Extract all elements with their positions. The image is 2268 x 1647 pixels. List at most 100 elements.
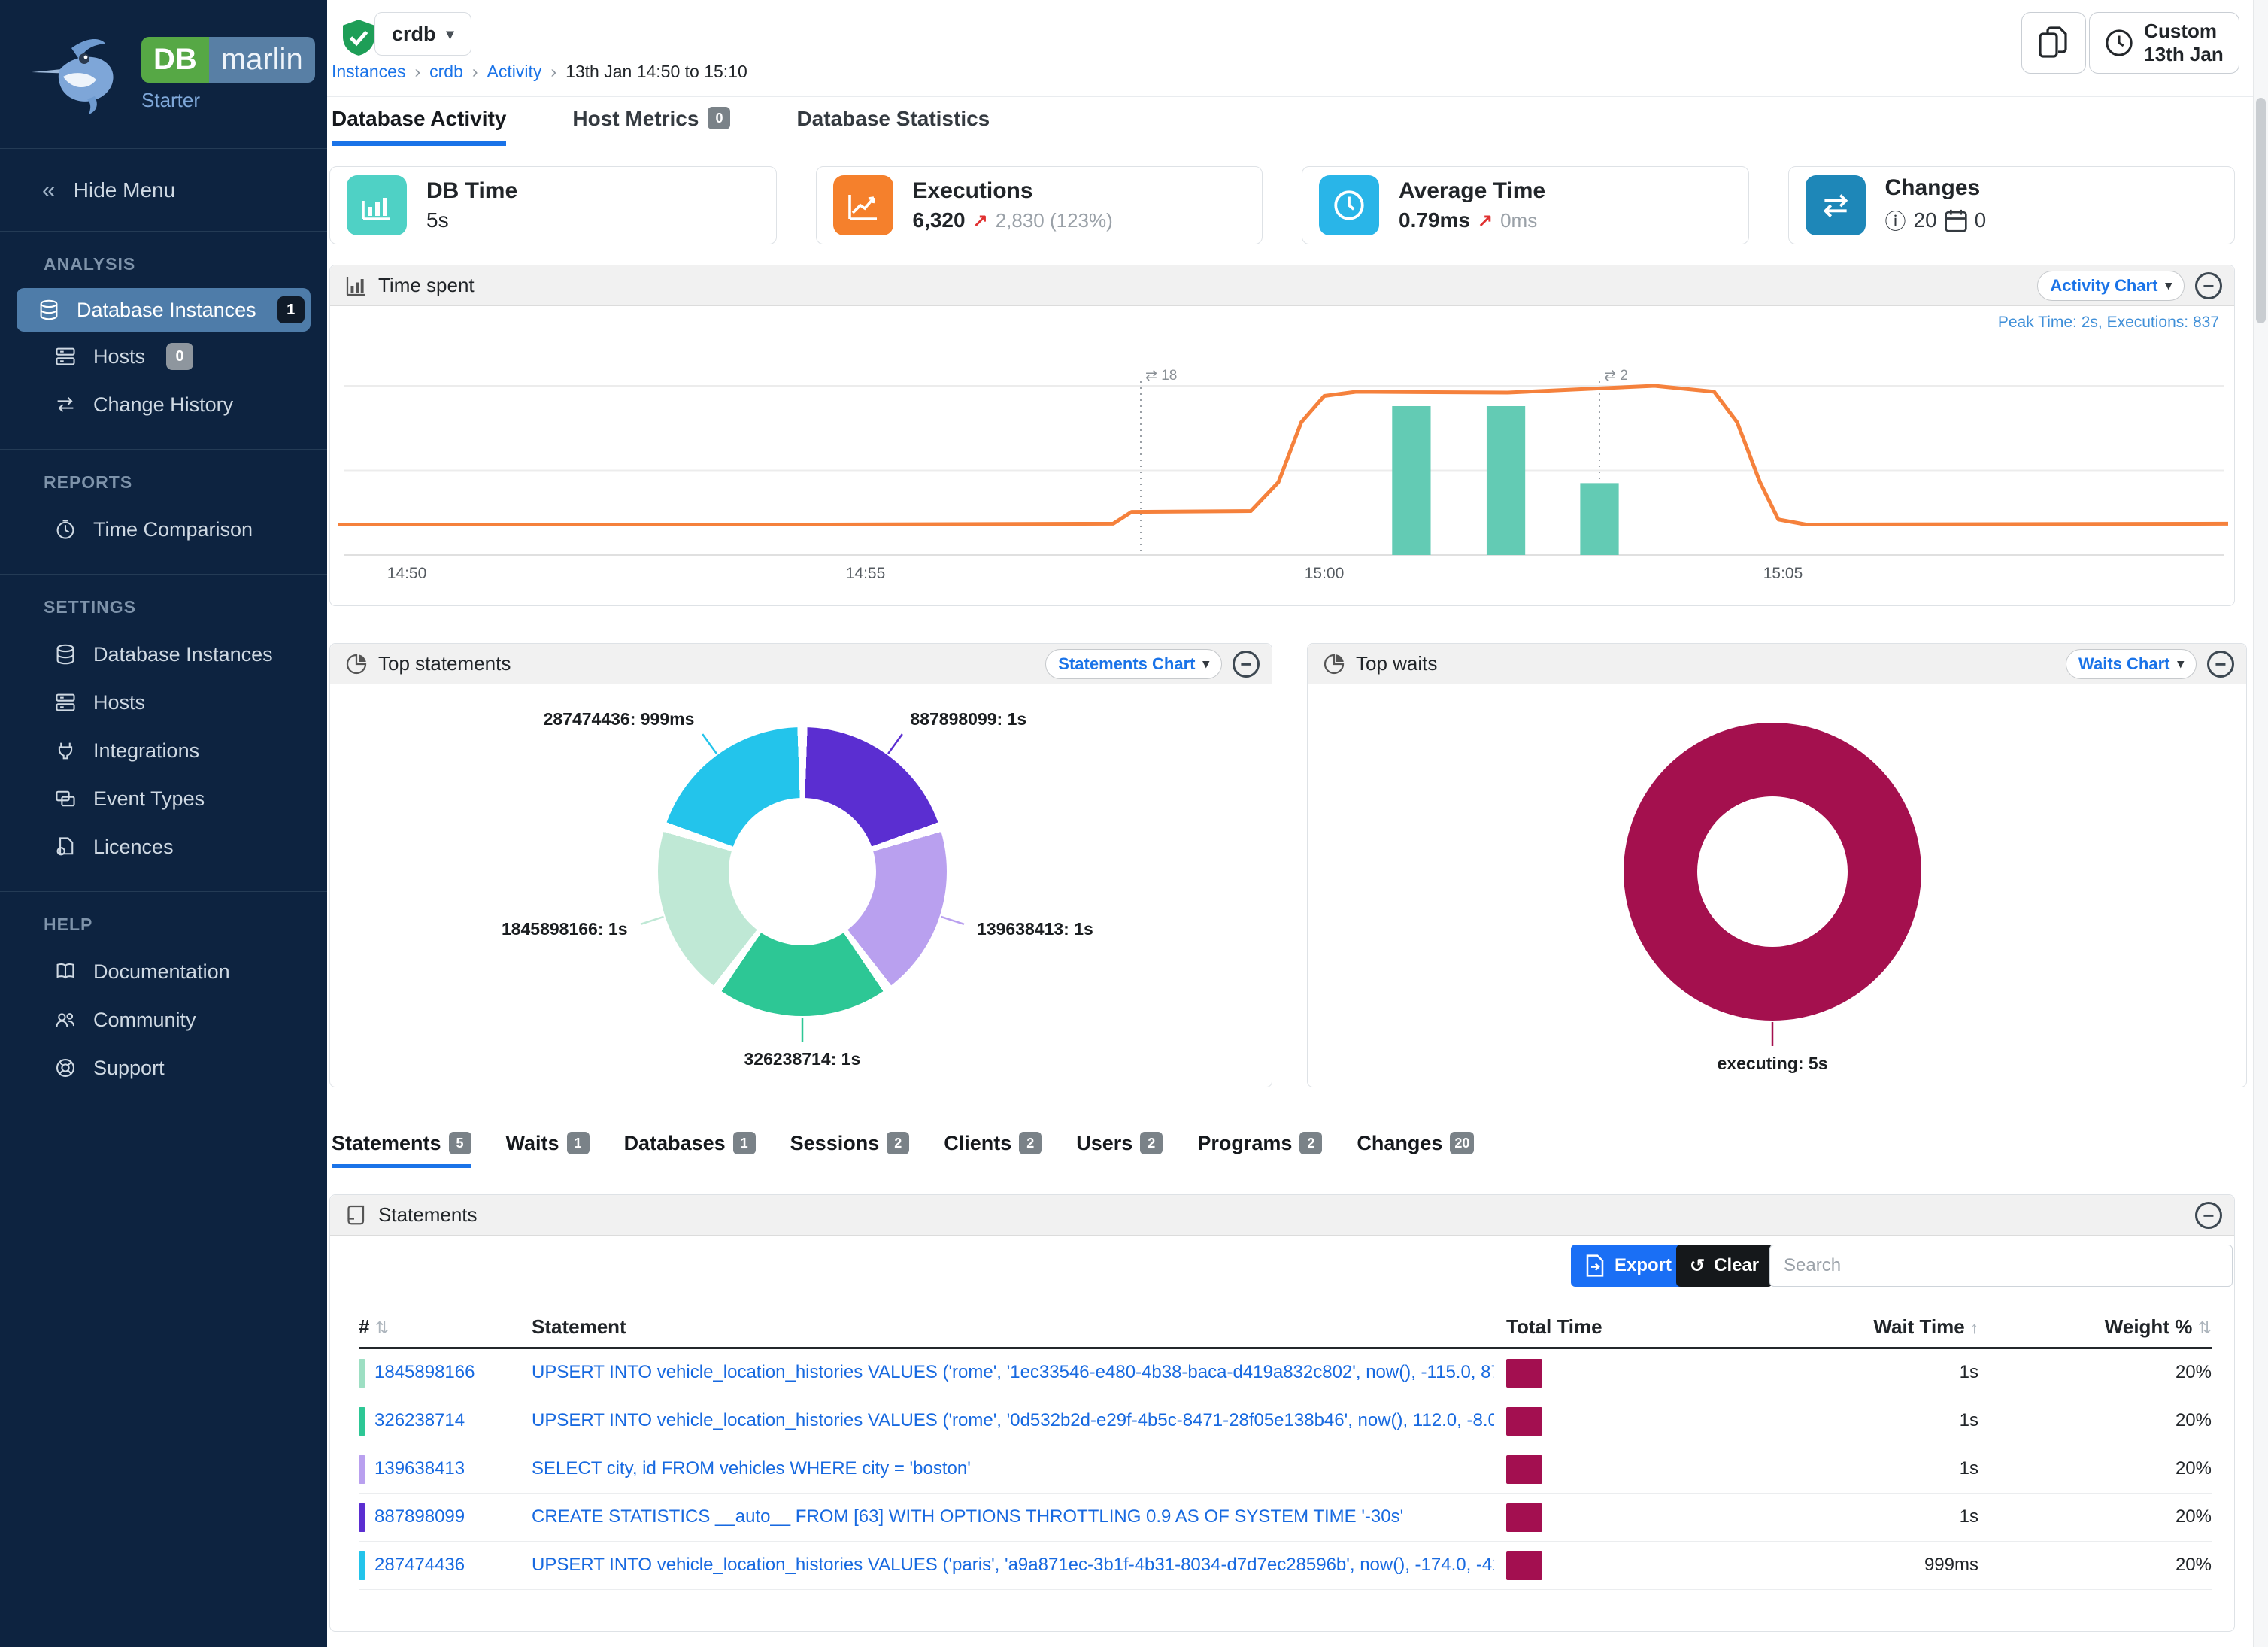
panel-title: Statements [378,1203,478,1227]
sidebar-item-database-instances[interactable]: Database Instances1 [17,288,311,332]
activity-chart-dropdown[interactable]: Activity Chart ▾ [2037,271,2185,301]
scroll-icon [345,1204,368,1227]
statement-text-link[interactable]: UPSERT INTO vehicle_location_histories V… [532,1362,1494,1383]
count-badge: 2 [887,1132,909,1154]
waits-chart-dropdown[interactable]: Waits Chart ▾ [2066,649,2197,679]
waits-donut-chart[interactable]: executing: 5s [1308,684,2246,1087]
collapse-panel-button[interactable]: − [2195,1202,2222,1229]
detail-tab-programs[interactable]: Programs2 [1197,1132,1322,1168]
column-header-number[interactable]: # ⇅ [359,1315,389,1339]
card-db-time: DB Time 5s [329,166,777,244]
dropdown-label: Statements Chart [1058,654,1195,674]
logo-marlin: marlin [209,37,315,83]
card-title: Changes [1885,175,1987,201]
database-icon [38,299,60,321]
collapse-panel-button[interactable]: − [1233,651,1260,678]
detail-tab-statements[interactable]: Statements5 [332,1132,471,1168]
wait-time-value: 1s [1960,1362,1978,1383]
tab-label: Programs [1197,1132,1292,1155]
sidebar-section-reports: REPORTSTime Comparison [0,450,327,575]
tab-database-statistics[interactable]: Database Statistics [796,107,990,146]
detail-tab-waits[interactable]: Waits1 [506,1132,590,1168]
info-change-count: 20 [1914,208,1937,232]
detail-tab-changes[interactable]: Changes20 [1357,1132,1474,1168]
panel-title: Top statements [378,652,511,675]
statement-text-link[interactable]: UPSERT INTO vehicle_location_histories V… [532,1410,1494,1431]
statement-id-link[interactable]: 287474436 [374,1554,465,1576]
search-input[interactable] [1769,1245,2233,1287]
sidebar-item-database-instances[interactable]: Database Instances [17,631,311,678]
column-header-weight[interactable]: Weight % ⇅ [2105,1315,2212,1339]
sidebar-item-change-history[interactable]: Change History [17,381,311,428]
range-label-date: 13th Jan [2144,43,2224,66]
column-header-statement[interactable]: Statement [532,1315,626,1339]
time-range-button[interactable]: Custom 13th Jan [2089,12,2239,74]
detail-tab-clients[interactable]: Clients2 [944,1132,1042,1168]
tab-host-metrics[interactable]: Host Metrics0 [572,107,730,146]
statement-id-link[interactable]: 887898099 [374,1506,465,1527]
export-button[interactable]: Export [1571,1245,1685,1287]
sidebar-item-licences[interactable]: Licences [17,824,311,870]
sidebar-item-integrations[interactable]: Integrations [17,727,311,774]
top-waits-header: Top waits Waits Chart ▾ − [1308,644,2246,684]
statement-text-link[interactable]: CREATE STATISTICS __auto__ FROM [63] WIT… [532,1506,1494,1527]
panel-title: Top waits [1356,652,1437,675]
statement-id-link[interactable]: 139638413 [374,1458,465,1479]
breadcrumb: Instances›crdb›Activity›13th Jan 14:50 t… [332,62,747,82]
weight-value: 20% [2176,1506,2212,1527]
database-icon [54,643,77,666]
donut-slice-label: 139638413: 1s [977,919,1093,939]
dropdown-label: Activity Chart [2050,276,2157,296]
detail-tab-users[interactable]: Users2 [1076,1132,1163,1168]
breadcrumb-link[interactable]: crdb [429,62,463,82]
breadcrumb-link[interactable]: Activity [487,62,542,82]
collapse-panel-button[interactable]: − [2195,272,2222,299]
top-waits-panel: Top waits Waits Chart ▾ − executing: 5s [1307,643,2247,1087]
edition-label: Starter [141,89,315,112]
trend-up-icon: ↗ [973,210,988,232]
card-title: Executions [913,178,1113,204]
scrollbar-thumb[interactable] [2256,98,2266,323]
statement-text-link[interactable]: SELECT city, id FROM vehicles WHERE city… [532,1458,1494,1479]
detail-tab-sessions[interactable]: Sessions2 [790,1132,910,1168]
sidebar-item-hosts[interactable]: Hosts0 [17,333,311,380]
collapse-panel-button[interactable]: − [2207,651,2234,678]
time-spent-panel: Time spent Activity Chart ▾ − Peak Time:… [329,265,2235,606]
sidebar-item-hosts[interactable]: Hosts [17,679,311,726]
column-header-wait-time[interactable]: Wait Time ↑ [1873,1315,1978,1339]
logo: DB marlin Starter [0,0,327,149]
total-time-bar [1506,1359,1542,1388]
sidebar-item-documentation[interactable]: Documentation [17,948,311,995]
statements-donut-chart[interactable]: 887898099: 1s139638413: 1s326238714: 1s1… [330,684,1272,1087]
sidebar-item-support[interactable]: Support [17,1045,311,1091]
table-row: 326238714 UPSERT INTO vehicle_location_h… [359,1397,2212,1445]
tab-database-activity[interactable]: Database Activity [332,107,506,146]
breadcrumb-link[interactable]: Instances [332,62,405,82]
sidebar-item-time-comparison[interactable]: Time Comparison [17,506,311,553]
svg-text:14:55: 14:55 [846,565,886,582]
instance-selector[interactable]: crdb ▾ [374,12,471,56]
card-value: 5s [426,208,449,232]
statement-id-link[interactable]: 1845898166 [374,1362,475,1383]
range-label-custom: Custom [2144,20,2224,43]
sidebar-item-label: Support [93,1057,165,1080]
clear-button[interactable]: ↺ Clear [1676,1245,1772,1287]
card-changes: Changes ⓘ 20 0 [1788,166,2236,244]
statement-id-link[interactable]: 326238714 [374,1410,465,1431]
sidebar-item-label: Community [93,1009,196,1032]
copy-link-button[interactable] [2021,12,2086,74]
page-scrollbar[interactable] [2253,0,2268,1647]
sort-icon: ⇅ [2198,1318,2212,1337]
column-header-total-time[interactable]: Total Time [1506,1315,1602,1339]
sidebar-section-title: ANALYSIS [0,254,327,274]
hide-menu-button[interactable]: « Hide Menu [0,149,327,232]
sidebar-item-event-types[interactable]: Event Types [17,775,311,822]
bar-chart-icon [347,175,407,235]
count-badge: 1 [733,1132,756,1154]
statement-text-link[interactable]: UPSERT INTO vehicle_location_histories V… [532,1554,1494,1576]
health-shield-icon [343,20,374,56]
detail-tab-databases[interactable]: Databases1 [624,1132,756,1168]
statements-chart-dropdown[interactable]: Statements Chart ▾ [1045,649,1222,679]
activity-line-chart[interactable]: ⇄ 18⇄ 214:5014:5515:0015:05 [338,306,2228,604]
sidebar-item-community[interactable]: Community [17,996,311,1043]
